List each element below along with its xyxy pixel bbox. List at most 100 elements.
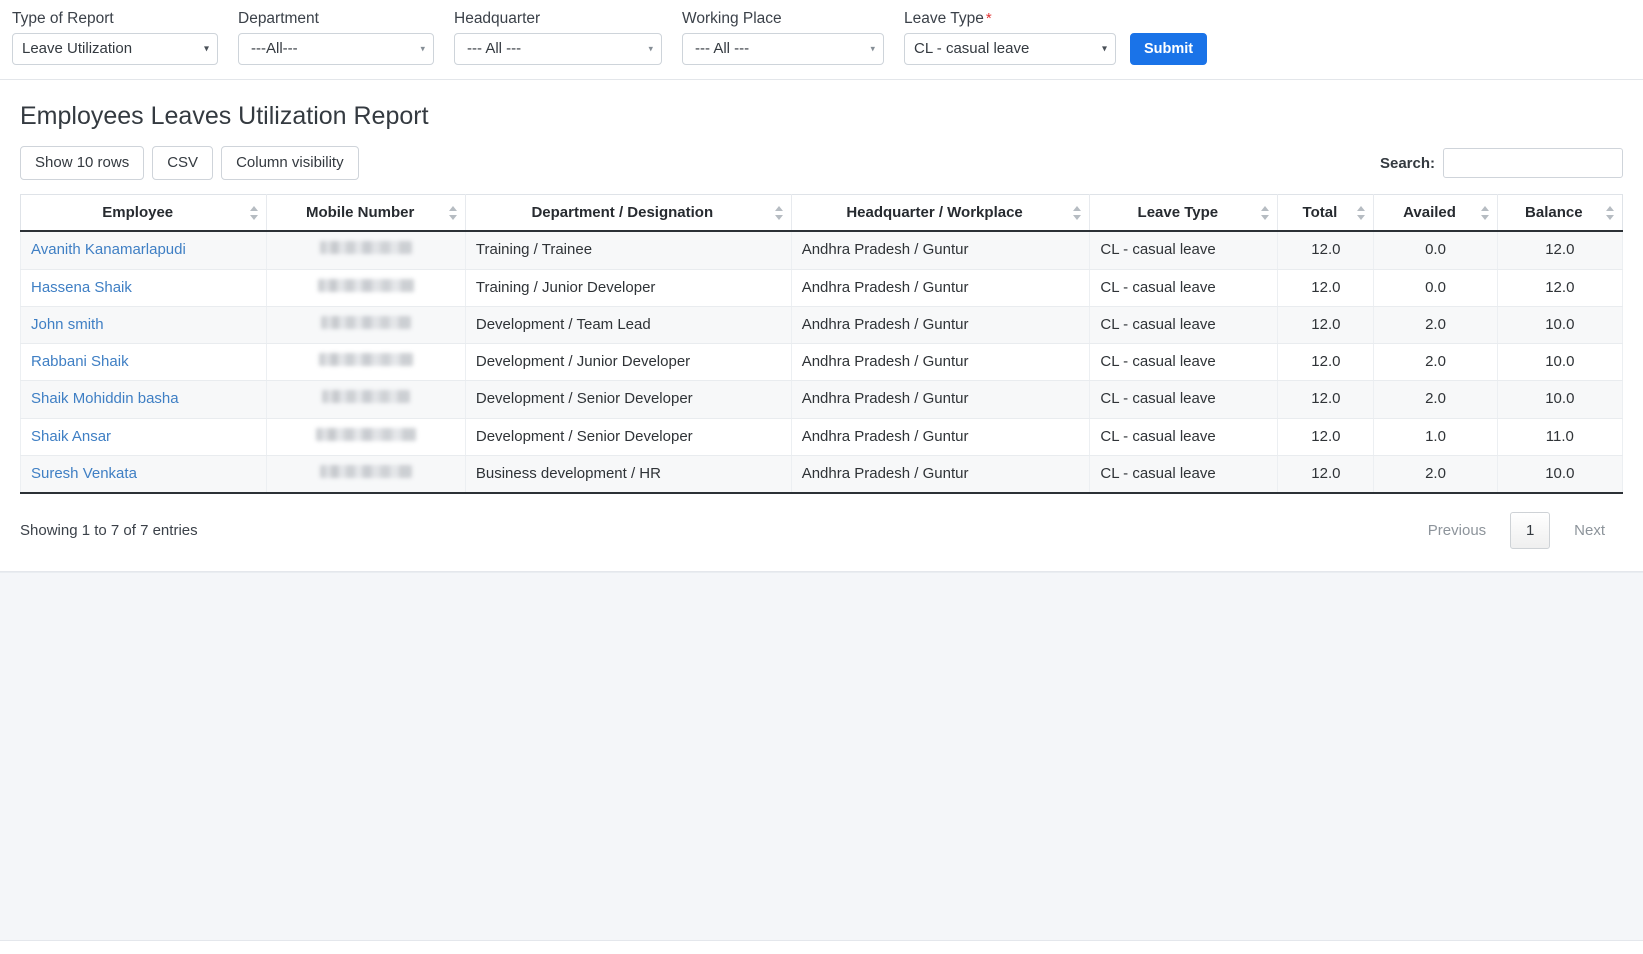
cell-headquarter-workplace: Andhra Pradesh / Guntur	[791, 231, 1090, 269]
column-header-employee[interactable]: Employee	[21, 195, 267, 232]
datatable-toolbar: Show 10 rows CSV Column visibility Searc…	[20, 146, 1623, 180]
table-row: John smith Development / Team LeadAndhra …	[21, 306, 1623, 343]
column-label-balance: Balance	[1525, 204, 1583, 221]
redacted-mobile-number	[318, 279, 414, 292]
csv-button[interactable]: CSV	[152, 146, 213, 180]
employee-link[interactable]: Suresh Venkata	[31, 465, 137, 482]
cell-total: 12.0	[1278, 455, 1374, 493]
column-label-employee: Employee	[102, 204, 173, 221]
cell-balance: 12.0	[1497, 231, 1622, 269]
sort-icon[interactable]	[1606, 205, 1615, 221]
filter-headquarter: Headquarter --- All --- ▾	[454, 10, 662, 64]
headquarter-select[interactable]: --- All ---	[454, 33, 662, 65]
type-of-report-select[interactable]: Leave Utilization	[12, 33, 218, 65]
cell-headquarter-workplace: Andhra Pradesh / Guntur	[791, 306, 1090, 343]
cell-mobile-number	[267, 306, 465, 343]
filter-label-working-place: Working Place	[682, 10, 884, 27]
pagination-next[interactable]: Next	[1556, 514, 1623, 547]
cell-headquarter-workplace: Andhra Pradesh / Guntur	[791, 418, 1090, 455]
redacted-mobile-number	[321, 316, 411, 329]
cell-headquarter-workplace: Andhra Pradesh / Guntur	[791, 269, 1090, 306]
footer: © 2024 Geoattendance. All rights reserve…	[0, 940, 1643, 954]
cell-availed: 1.0	[1374, 418, 1497, 455]
column-label-availed: Availed	[1403, 204, 1456, 221]
cell-department-designation: Development / Team Lead	[465, 306, 791, 343]
sort-icon[interactable]	[449, 205, 458, 221]
employee-link[interactable]: Rabbani Shaik	[31, 353, 129, 370]
department-select[interactable]: ---All---	[238, 33, 434, 65]
sort-icon[interactable]	[1357, 205, 1366, 221]
sort-icon[interactable]	[250, 205, 259, 221]
cell-department-designation: Training / Trainee	[465, 231, 791, 269]
report-card: Employees Leaves Utilization Report Show…	[0, 80, 1643, 573]
cell-department-designation: Business development / HR	[465, 455, 791, 493]
table-header-row: Employee Mobile Number Department / Desi…	[21, 195, 1623, 232]
cell-leave-type: CL - casual leave	[1090, 269, 1278, 306]
filter-department: Department ---All--- ▾	[238, 10, 434, 64]
cell-total: 12.0	[1278, 381, 1374, 418]
table-row: Shaik AnsarDevelopment / Senior Develope…	[21, 418, 1623, 455]
column-header-department-designation[interactable]: Department / Designation	[465, 195, 791, 232]
employee-link[interactable]: Avanith Kanamarlapudi	[31, 241, 186, 258]
filter-label-type-of-report: Type of Report	[12, 10, 218, 27]
cell-total: 12.0	[1278, 344, 1374, 381]
cell-mobile-number	[267, 418, 465, 455]
cell-availed: 2.0	[1374, 306, 1497, 343]
working-place-select[interactable]: --- All ---	[682, 33, 884, 65]
page-title: Employees Leaves Utilization Report	[20, 102, 1623, 131]
search-area: Search:	[1380, 148, 1623, 178]
pagination-previous[interactable]: Previous	[1410, 514, 1504, 547]
employee-link[interactable]: John smith	[31, 316, 104, 333]
cell-leave-type: CL - casual leave	[1090, 455, 1278, 493]
cell-total: 12.0	[1278, 418, 1374, 455]
column-header-availed[interactable]: Availed	[1374, 195, 1497, 232]
pagination-page-1[interactable]: 1	[1510, 512, 1550, 549]
sort-icon[interactable]	[1481, 205, 1490, 221]
cell-availed: 2.0	[1374, 344, 1497, 381]
cell-employee: Rabbani Shaik	[21, 344, 267, 381]
sort-icon[interactable]	[1261, 205, 1270, 221]
cell-total: 12.0	[1278, 231, 1374, 269]
table-row: Hassena ShaikTraining / Junior Developer…	[21, 269, 1623, 306]
employee-link[interactable]: Shaik Mohiddin basha	[31, 390, 179, 407]
submit-button[interactable]: Submit	[1130, 33, 1207, 65]
cell-mobile-number	[267, 231, 465, 269]
cell-mobile-number	[267, 455, 465, 493]
column-label-leave-type: Leave Type	[1138, 204, 1219, 221]
employee-link[interactable]: Shaik Ansar	[31, 428, 111, 445]
employee-link[interactable]: Hassena Shaik	[31, 279, 132, 296]
redacted-mobile-number	[320, 465, 412, 478]
sort-icon[interactable]	[775, 205, 784, 221]
cell-availed: 2.0	[1374, 455, 1497, 493]
cell-leave-type: CL - casual leave	[1090, 344, 1278, 381]
column-header-balance[interactable]: Balance	[1497, 195, 1622, 232]
cell-mobile-number	[267, 381, 465, 418]
column-visibility-button[interactable]: Column visibility	[221, 146, 359, 180]
sort-icon[interactable]	[1073, 205, 1082, 221]
redacted-mobile-number	[319, 353, 413, 366]
cell-balance: 12.0	[1497, 269, 1622, 306]
column-label-mobile-number: Mobile Number	[306, 204, 414, 221]
cell-availed: 0.0	[1374, 231, 1497, 269]
datatable-footer: Showing 1 to 7 of 7 entries Previous 1 N…	[20, 512, 1623, 549]
leave-type-select[interactable]: CL - casual leave	[904, 33, 1116, 65]
cell-mobile-number	[267, 344, 465, 381]
column-header-headquarter-workplace[interactable]: Headquarter / Workplace	[791, 195, 1090, 232]
column-header-leave-type[interactable]: Leave Type	[1090, 195, 1278, 232]
required-marker: *	[986, 10, 992, 27]
column-header-mobile-number[interactable]: Mobile Number	[267, 195, 465, 232]
search-label: Search:	[1380, 155, 1435, 172]
cell-employee: Suresh Venkata	[21, 455, 267, 493]
pagination: Previous 1 Next	[1410, 512, 1623, 549]
cell-balance: 10.0	[1497, 455, 1622, 493]
cell-availed: 0.0	[1374, 269, 1497, 306]
search-input[interactable]	[1443, 148, 1623, 178]
column-header-total[interactable]: Total	[1278, 195, 1374, 232]
show-rows-button[interactable]: Show 10 rows	[20, 146, 144, 180]
column-label-headquarter-workplace: Headquarter / Workplace	[846, 204, 1022, 221]
cell-leave-type: CL - casual leave	[1090, 381, 1278, 418]
cell-balance: 11.0	[1497, 418, 1622, 455]
filter-label-headquarter: Headquarter	[454, 10, 662, 27]
filter-label-leave-type-text: Leave Type	[904, 10, 984, 27]
page-background	[0, 572, 1643, 940]
